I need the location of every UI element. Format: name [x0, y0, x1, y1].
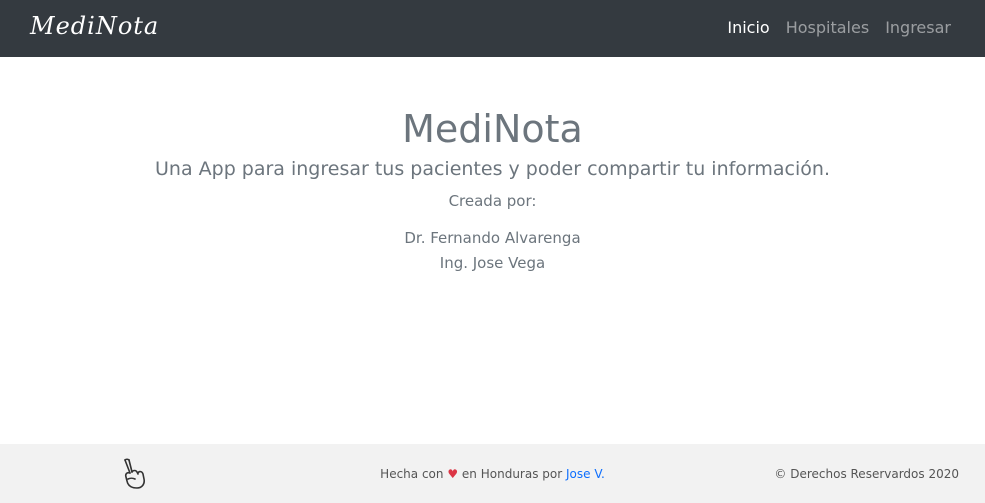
author-name: Dr. Fernando Alvarenga	[404, 229, 581, 247]
author-name: Ing. Jose Vega	[439, 254, 546, 272]
author-link[interactable]: Jose V.	[566, 467, 605, 481]
hero-lead: Una App para ingresar tus pacientes y po…	[155, 158, 830, 180]
made-with-suffix: en Honduras por	[461, 467, 563, 481]
made-with-prefix: Hecha con	[380, 467, 444, 481]
top-navbar: MediNota Inicio Hospitales Ingresar	[0, 0, 985, 57]
nav-links: Inicio Hospitales Ingresar	[727, 18, 951, 38]
heart-icon: ♥	[447, 467, 459, 481]
hero-section: MediNota Una App para ingresar tus pacie…	[0, 57, 985, 276]
copyright-text: © Derechos Reservardos 2020	[774, 467, 959, 481]
nav-link-hospitales[interactable]: Hospitales	[786, 18, 869, 38]
authors-list: Dr. Fernando Alvarenga Ing. Jose Vega	[0, 226, 985, 276]
nav-link-inicio[interactable]: Inicio	[727, 18, 769, 38]
footer: Hecha con ♥ en Honduras por Jose V. © De…	[0, 444, 985, 503]
created-by-label: Creada por:	[448, 192, 537, 210]
hero-title: MediNota	[402, 107, 583, 151]
nav-link-ingresar[interactable]: Ingresar	[885, 18, 951, 38]
brand-logo[interactable]: MediNota	[30, 12, 159, 40]
